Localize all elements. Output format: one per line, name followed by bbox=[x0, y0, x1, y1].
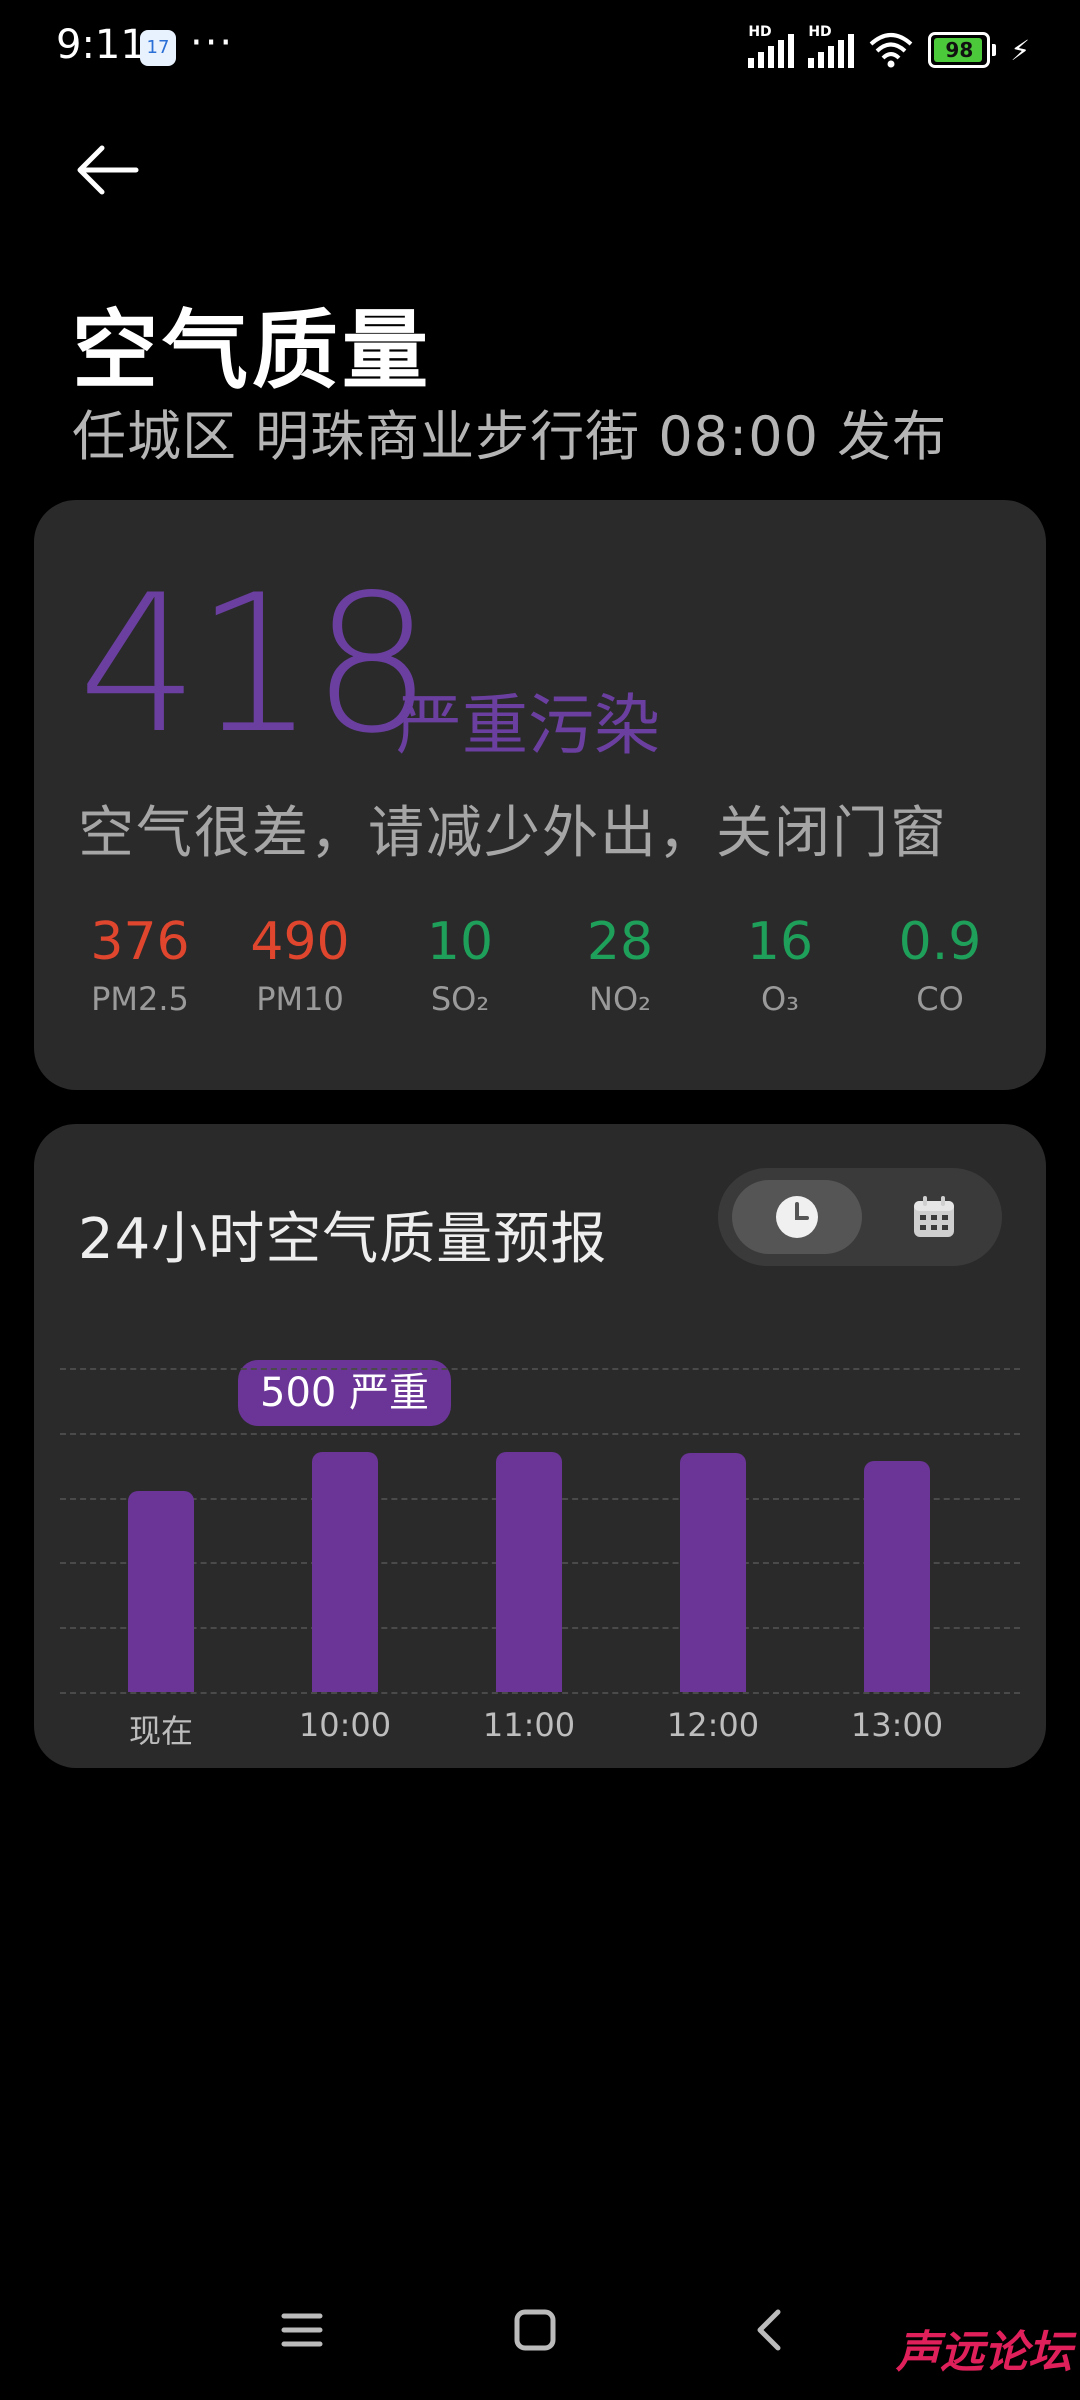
aqi-summary-card: 418 严重污染 空气很差，请减少外出，关闭门窗 376 PM2.5 490 P… bbox=[34, 500, 1046, 1090]
pollutant-name: PM2.5 bbox=[91, 980, 189, 1018]
pollutant-name: PM10 bbox=[256, 980, 344, 1018]
chart-bar[interactable] bbox=[128, 1491, 194, 1692]
page-title: 空气质量 bbox=[72, 301, 432, 401]
pollutant-value: 376 bbox=[90, 912, 190, 972]
back-icon[interactable] bbox=[740, 2300, 800, 2360]
status-time: 9:11 bbox=[56, 22, 146, 68]
battery-icon: 98 bbox=[928, 32, 991, 68]
pollutant-o3: 16 O₃ bbox=[700, 910, 860, 1018]
signal-icon: HD bbox=[748, 24, 795, 68]
charging-icon: ⚡ bbox=[1010, 33, 1030, 67]
status-bar: 9:11 17 ··· HD HD 98 ⚡ bbox=[0, 0, 1080, 100]
aqi-level: 严重污染 bbox=[396, 687, 660, 764]
chart-bar[interactable] bbox=[496, 1451, 562, 1692]
back-arrow-icon[interactable] bbox=[72, 140, 142, 200]
pollutant-name: NO₂ bbox=[589, 980, 651, 1018]
chart-gridline bbox=[60, 1432, 1020, 1435]
chart-x-tick-label: 11:00 bbox=[482, 1706, 576, 1744]
pollutant-name: SO₂ bbox=[430, 980, 490, 1018]
battery-level: 98 bbox=[945, 38, 974, 62]
pollutant-value: 10 bbox=[426, 912, 494, 972]
pollutant-name: O₃ bbox=[760, 980, 799, 1018]
chart-bar[interactable] bbox=[864, 1461, 930, 1692]
pollutant-name: CO bbox=[916, 980, 964, 1018]
system-nav-bar: 声远论坛 bbox=[0, 2280, 1080, 2380]
chart-x-tick-label: 13:00 bbox=[850, 1706, 944, 1744]
pollutant-list: 376 PM2.5 490 PM10 10 SO₂ 28 NO₂ 16 O₃ 0… bbox=[34, 910, 1046, 1018]
pollutant-value: 28 bbox=[586, 912, 654, 972]
pollutant-so2: 10 SO₂ bbox=[380, 910, 540, 1018]
forecast-title: 24小时空气质量预报 bbox=[78, 1207, 608, 1272]
pollutant-value: 0.9 bbox=[898, 912, 982, 972]
daily-view-button[interactable] bbox=[894, 1180, 974, 1254]
pollutant-pm25: 376 PM2.5 bbox=[60, 910, 220, 1018]
calendar-icon bbox=[914, 1196, 954, 1237]
menu-icon[interactable] bbox=[272, 2300, 332, 2360]
chart-x-tick-label: 现在 bbox=[128, 1712, 193, 1750]
chart-x-tick-label: 10:00 bbox=[298, 1706, 392, 1744]
clock-icon bbox=[776, 1196, 818, 1238]
chart-bar[interactable] bbox=[680, 1452, 746, 1692]
pollutant-co: 0.9 CO bbox=[860, 910, 1020, 1018]
chart-bar[interactable] bbox=[312, 1451, 378, 1692]
pollutant-value: 490 bbox=[250, 912, 350, 972]
signal-icon-2: HD bbox=[808, 24, 855, 68]
chart-gridline bbox=[60, 1692, 1020, 1694]
forecast-bar-chart: 500 严重 现在 10:00 11:00 12:00 13:00 bbox=[34, 1324, 1046, 1750]
home-icon[interactable] bbox=[505, 2300, 565, 2360]
aqi-value: 418 bbox=[78, 554, 433, 775]
chart-x-tick-label: 12:00 bbox=[666, 1706, 760, 1744]
wifi-icon bbox=[869, 33, 913, 68]
pollutant-pm10: 490 PM10 bbox=[220, 910, 380, 1018]
calendar-app-badge-icon: 17 bbox=[140, 30, 176, 66]
location-publish-time: 任城区 明珠商业步行街 08:00 发布 bbox=[72, 405, 948, 468]
pollutant-no2: 28 NO₂ bbox=[540, 910, 700, 1018]
chart-gridline bbox=[60, 1368, 1020, 1370]
pollutant-value: 16 bbox=[746, 912, 814, 972]
watermark-logo: 声远论坛 bbox=[896, 2327, 1072, 2378]
view-toggle bbox=[718, 1168, 1002, 1266]
more-notifications-icon: ··· bbox=[190, 20, 235, 66]
hourly-view-button[interactable] bbox=[732, 1180, 862, 1254]
forecast-card: 24小时空气质量预报 500 严重 现在 10:00 11:00 12:00 13:00 bbox=[34, 1124, 1046, 1768]
health-advice: 空气很差，请减少外出，关闭门窗 bbox=[78, 801, 948, 866]
